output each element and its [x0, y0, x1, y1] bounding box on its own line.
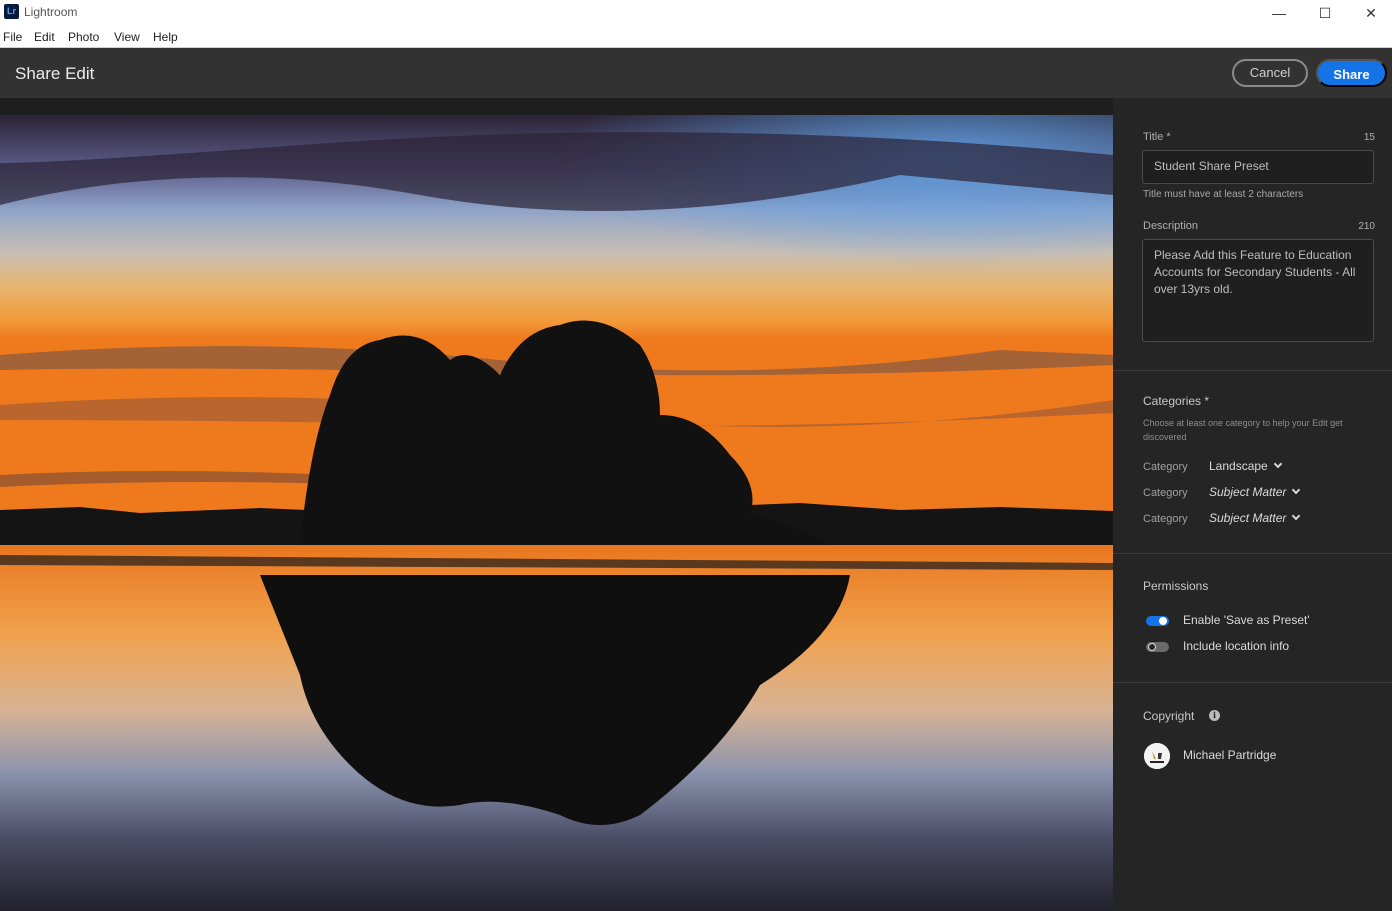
categories-title: Categories * — [1143, 394, 1210, 408]
divider — [1113, 682, 1392, 683]
category-row: Category Subject Matter — [1143, 485, 1373, 503]
location-info-label: Include location info — [1183, 639, 1290, 653]
menu-help[interactable]: Help — [153, 30, 178, 44]
menu-photo[interactable]: Photo — [68, 30, 99, 44]
cancel-button[interactable]: Cancel — [1232, 59, 1308, 87]
menu-file[interactable]: File — [3, 30, 22, 44]
window-title: Lightroom — [24, 5, 78, 19]
chevron-down-icon — [1273, 459, 1282, 469]
info-icon[interactable]: i — [1209, 710, 1220, 721]
categories-description: Choose at least one category to help you… — [1143, 418, 1343, 442]
maximize-button[interactable]: ☐ — [1302, 0, 1348, 26]
save-as-preset-label: Enable 'Save as Preset' — [1183, 613, 1310, 627]
copyright-owner: Michael Partridge — [1183, 748, 1277, 762]
maximize-icon: ☐ — [1318, 4, 1332, 21]
toggle-knob — [1148, 643, 1156, 651]
category-dropdown[interactable]: Landscape — [1209, 459, 1282, 473]
category-dropdown[interactable]: Subject Matter — [1209, 485, 1301, 499]
minimize-button[interactable]: — — [1256, 0, 1302, 26]
minimize-icon: — — [1272, 5, 1286, 21]
menu-bar: File Edit Photo View Help — [0, 26, 1392, 48]
chevron-down-icon — [1292, 511, 1301, 521]
share-button[interactable]: Share — [1316, 59, 1387, 87]
category-label: Category — [1143, 513, 1188, 525]
title-char-counter: 15 — [1363, 132, 1375, 143]
avatar — [1144, 743, 1170, 769]
category-label: Category — [1143, 461, 1188, 473]
photo-preview-area — [0, 98, 1113, 911]
category-label: Category — [1143, 487, 1188, 499]
description-textarea[interactable]: Please Add this Feature to Education Acc… — [1142, 239, 1374, 342]
lightroom-logo-icon: Lr — [4, 4, 19, 19]
sunset-lake-photo — [0, 115, 1113, 911]
page-title: Share Edit — [15, 64, 95, 83]
user-avatar-icon — [1144, 743, 1170, 769]
category-row: Category Landscape — [1143, 459, 1373, 477]
category-value: Landscape — [1209, 459, 1268, 473]
window-title-bar: Lr Lightroom — ☐ ✕ — [0, 0, 1392, 26]
menu-view[interactable]: View — [114, 30, 140, 44]
category-value: Subject Matter — [1209, 511, 1287, 525]
title-label: Title * — [1143, 131, 1171, 143]
menu-edit[interactable]: Edit — [34, 30, 55, 44]
category-row: Category Subject Matter — [1143, 511, 1373, 529]
close-window-button[interactable]: ✕ — [1348, 0, 1392, 26]
close-icon: ✕ — [1365, 4, 1377, 21]
copyright-title: Copyright — [1143, 709, 1195, 723]
location-info-toggle[interactable] — [1146, 642, 1169, 652]
share-edit-header: Share Edit Cancel Share — [0, 48, 1392, 98]
title-input[interactable]: Student Share Preset — [1142, 150, 1374, 184]
title-hint: Title must have at least 2 characters — [1143, 189, 1304, 200]
divider — [1113, 370, 1392, 371]
toggle-knob — [1159, 617, 1167, 625]
category-value: Subject Matter — [1209, 485, 1287, 499]
divider — [1113, 553, 1392, 554]
chevron-down-icon — [1292, 485, 1301, 495]
share-settings-panel: Title * 15 Student Share Preset Title mu… — [1113, 98, 1392, 911]
description-label: Description — [1143, 220, 1199, 232]
save-as-preset-toggle[interactable] — [1146, 616, 1169, 626]
permissions-title: Permissions — [1143, 579, 1209, 593]
category-dropdown[interactable]: Subject Matter — [1209, 511, 1301, 525]
description-char-counter: 210 — [1358, 221, 1375, 232]
